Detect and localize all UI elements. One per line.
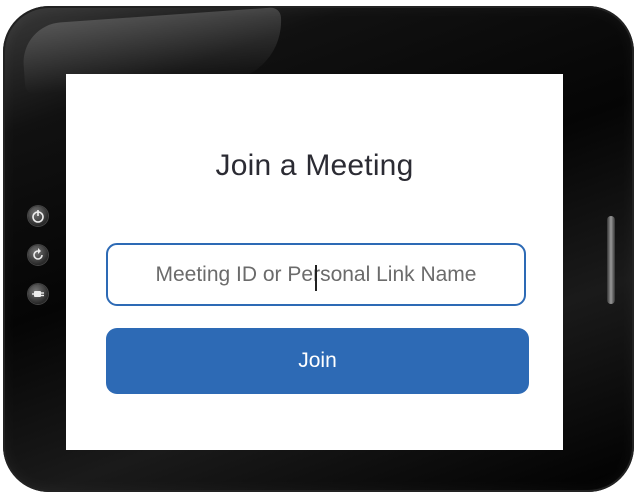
stage: Join a Meeting Join [0, 0, 636, 493]
tablet-bezel: Join a Meeting Join [3, 6, 634, 492]
text-caret [315, 265, 317, 291]
join-button[interactable]: Join [106, 328, 529, 394]
tablet-side-controls [28, 206, 52, 323]
power-icon[interactable] [28, 206, 48, 226]
join-meeting-screen: Join a Meeting Join [66, 74, 563, 450]
page-title: Join a Meeting [215, 149, 414, 182]
side-button[interactable] [607, 216, 615, 304]
refresh-icon[interactable] [28, 245, 48, 265]
plug-icon[interactable] [28, 284, 48, 304]
